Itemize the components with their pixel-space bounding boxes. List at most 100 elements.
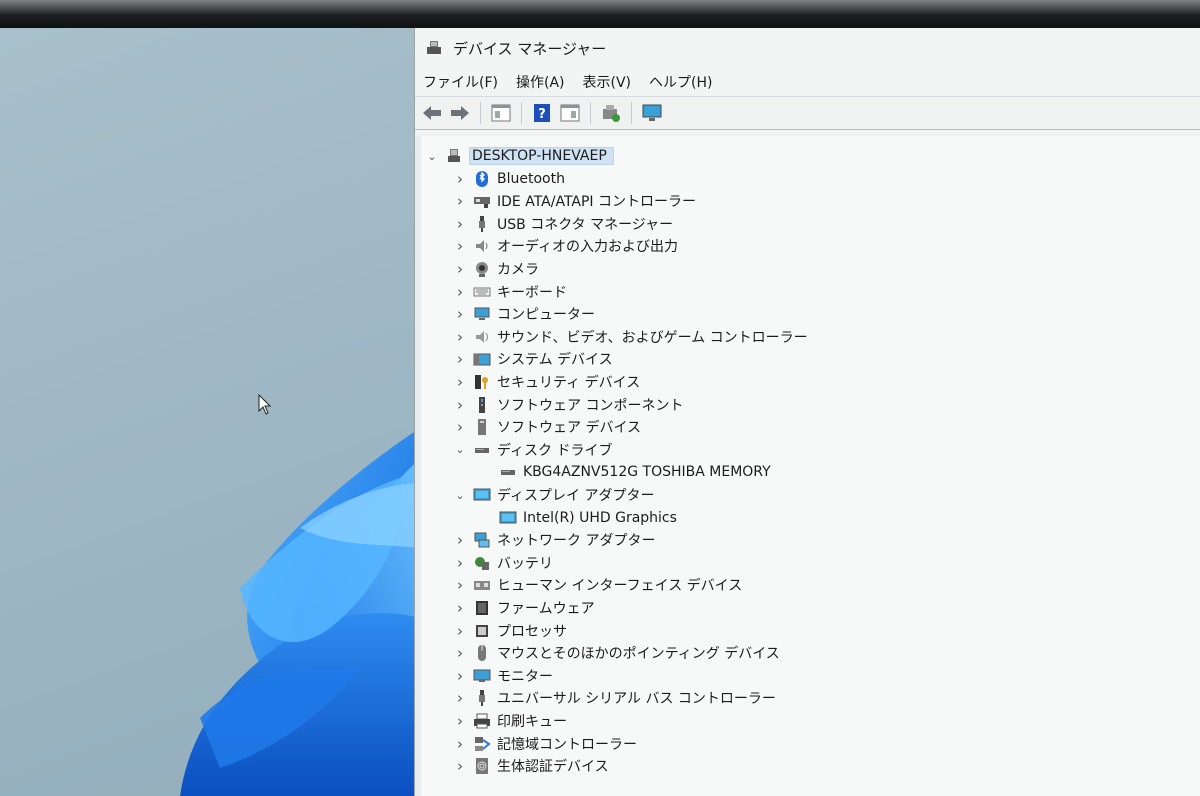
monitor-bezel	[0, 0, 1200, 28]
chevron-down-icon[interactable]: ⌄	[451, 489, 469, 502]
tree-category-19[interactable]: › プロセッサ	[451, 620, 567, 642]
device-label: 印刷キュー	[497, 714, 567, 730]
view-pane-icon[interactable]	[559, 102, 581, 124]
monitor-icon	[473, 667, 491, 685]
device-label: ファームウェア	[497, 601, 595, 617]
computer-root-icon	[445, 147, 463, 165]
tree-root-computer[interactable]: ⌄ DESKTOP-HNEVAEP	[423, 145, 614, 167]
chevron-right-icon[interactable]: ›	[451, 712, 469, 730]
menu-bar: ファイル(F) 操作(A) 表示(V) ヘルプ(H)	[415, 68, 1200, 96]
tree-category-24[interactable]: › 記憶域コントローラー	[451, 733, 637, 755]
device-label: Intel(R) UHD Graphics	[523, 509, 677, 526]
chevron-right-icon[interactable]: ›	[451, 328, 469, 346]
title-bar[interactable]: デバイス マネージャー	[415, 28, 1200, 68]
toolbar-separator	[631, 102, 632, 124]
chevron-right-icon[interactable]: ›	[451, 622, 469, 640]
chevron-right-icon[interactable]: ›	[451, 689, 469, 707]
software-device-icon	[473, 418, 491, 436]
menu-file[interactable]: ファイル(F)	[423, 72, 498, 92]
tree-category-16[interactable]: › バッテリ	[451, 552, 553, 574]
chevron-right-icon[interactable]: ›	[451, 554, 469, 572]
chevron-right-icon[interactable]: ›	[451, 192, 469, 210]
tree-category-22[interactable]: › ユニバーサル シリアル バス コントローラー	[451, 687, 776, 709]
biometric-icon	[473, 757, 491, 775]
tree-category-21[interactable]: › モニター	[451, 665, 553, 687]
tree-category-1[interactable]: › Bluetooth	[451, 168, 565, 190]
tree-category-11[interactable]: › ソフトウェア コンポーネント	[451, 394, 683, 416]
device-label: マウスとそのほかのポインティング デバイス	[497, 646, 780, 663]
chevron-down-icon[interactable]: ⌄	[451, 443, 469, 456]
help-icon[interactable]: ?	[531, 102, 553, 124]
ide-controller-icon	[473, 192, 491, 210]
chevron-right-icon[interactable]: ›	[451, 599, 469, 617]
device-manager-window: デバイス マネージャー ファイル(F) 操作(A) 表示(V) ヘルプ(H) ?	[414, 28, 1200, 796]
tree-category-8[interactable]: › サウンド、ビデオ、およびゲーム コントローラー	[451, 326, 808, 348]
update-driver-icon[interactable]	[600, 102, 622, 124]
tree-category-2[interactable]: › IDE ATA/ATAPI コントローラー	[451, 190, 696, 212]
firmware-icon	[473, 599, 491, 617]
chevron-right-icon[interactable]: ›	[451, 350, 469, 368]
chevron-right-icon[interactable]: ›	[451, 283, 469, 301]
device-label: 記憶域コントローラー	[497, 736, 637, 753]
chevron-right-icon[interactable]: ›	[451, 215, 469, 233]
tree-category-6[interactable]: › キーボード	[451, 281, 567, 303]
tree-category-13[interactable]: ⌄ ディスク ドライブ	[451, 439, 612, 461]
chevron-right-icon[interactable]: ›	[451, 531, 469, 549]
tree-category-7[interactable]: › コンピューター	[451, 303, 595, 325]
chevron-right-icon[interactable]: ›	[451, 305, 469, 323]
tree-category-20[interactable]: › マウスとそのほかのポインティング デバイス	[451, 642, 780, 664]
tree-category-3[interactable]: › USB コネクタ マネージャー	[451, 213, 673, 235]
tree-category-12[interactable]: › ソフトウェア デバイス	[451, 416, 641, 438]
tree-category-4[interactable]: › オーディオの入力および出力	[451, 235, 678, 257]
network-adapter-icon	[473, 531, 491, 549]
keyboard-icon	[473, 283, 491, 301]
chevron-right-icon[interactable]: ›	[451, 260, 469, 278]
menu-help[interactable]: ヘルプ(H)	[649, 72, 712, 92]
chevron-right-icon[interactable]: ›	[451, 170, 469, 188]
tree-category-15[interactable]: › ネットワーク アダプター	[451, 529, 655, 551]
chevron-right-icon[interactable]: ›	[451, 237, 469, 255]
disk-drive-icon	[499, 463, 517, 481]
chevron-down-icon[interactable]: ⌄	[423, 150, 441, 163]
tree-category-9[interactable]: › システム デバイス	[451, 348, 613, 370]
chevron-right-icon[interactable]: ›	[451, 667, 469, 685]
properties-pane-icon[interactable]	[490, 102, 512, 124]
chevron-right-icon[interactable]: ›	[451, 373, 469, 391]
window-title: デバイス マネージャー	[453, 39, 607, 58]
device-manager-icon	[425, 38, 445, 58]
device-label: カメラ	[497, 262, 539, 278]
svg-text:?: ?	[538, 107, 546, 122]
processor-icon	[473, 622, 491, 640]
monitor-scan-icon[interactable]	[641, 102, 663, 124]
chevron-right-icon[interactable]: ›	[451, 576, 469, 594]
toolbar-separator	[590, 102, 591, 124]
system-device-icon	[473, 350, 491, 368]
battery-icon	[473, 554, 491, 572]
display-adapter-icon	[499, 509, 517, 527]
chevron-right-icon[interactable]: ›	[451, 735, 469, 753]
device-label: バッテリ	[497, 555, 553, 572]
tree-category-25[interactable]: › 生体認証デバイス	[451, 755, 609, 777]
toolbar-separator	[480, 102, 481, 124]
tree-category-5[interactable]: › カメラ	[451, 258, 539, 280]
tree-category-17[interactable]: › ヒューマン インターフェイス デバイス	[451, 574, 742, 596]
device-tree[interactable]: ⌄ DESKTOP-HNEVAEP › Bluetooth › IDE ATA/ATAPI…	[415, 136, 1200, 796]
menu-action[interactable]: 操作(A)	[516, 72, 565, 92]
tree-device-intel-r-uhd-graphics[interactable]: Intel(R) UHD Graphics	[477, 507, 677, 529]
tree-device-kbg4aznv512g-toshiba-memory[interactable]: KBG4AZNV512G TOSHIBA MEMORY	[477, 461, 771, 483]
chevron-right-icon[interactable]: ›	[451, 418, 469, 436]
device-label: コンピューター	[497, 307, 595, 324]
forward-arrow-icon[interactable]	[449, 102, 471, 124]
tree-category-23[interactable]: › 印刷キュー	[451, 710, 567, 732]
chevron-right-icon[interactable]: ›	[451, 396, 469, 414]
tree-category-18[interactable]: › ファームウェア	[451, 597, 595, 619]
chevron-right-icon[interactable]: ›	[451, 644, 469, 662]
menu-view[interactable]: 表示(V)	[583, 72, 632, 92]
back-arrow-icon[interactable]	[421, 102, 443, 124]
mouse-icon	[473, 644, 491, 662]
speaker-icon	[473, 237, 491, 255]
tree-category-10[interactable]: › セキュリティ デバイス	[451, 371, 640, 393]
device-label: プロセッサ	[497, 623, 567, 640]
tree-category-14[interactable]: ⌄ ディスプレイ アダプター	[451, 484, 654, 506]
chevron-right-icon[interactable]: ›	[451, 757, 469, 775]
